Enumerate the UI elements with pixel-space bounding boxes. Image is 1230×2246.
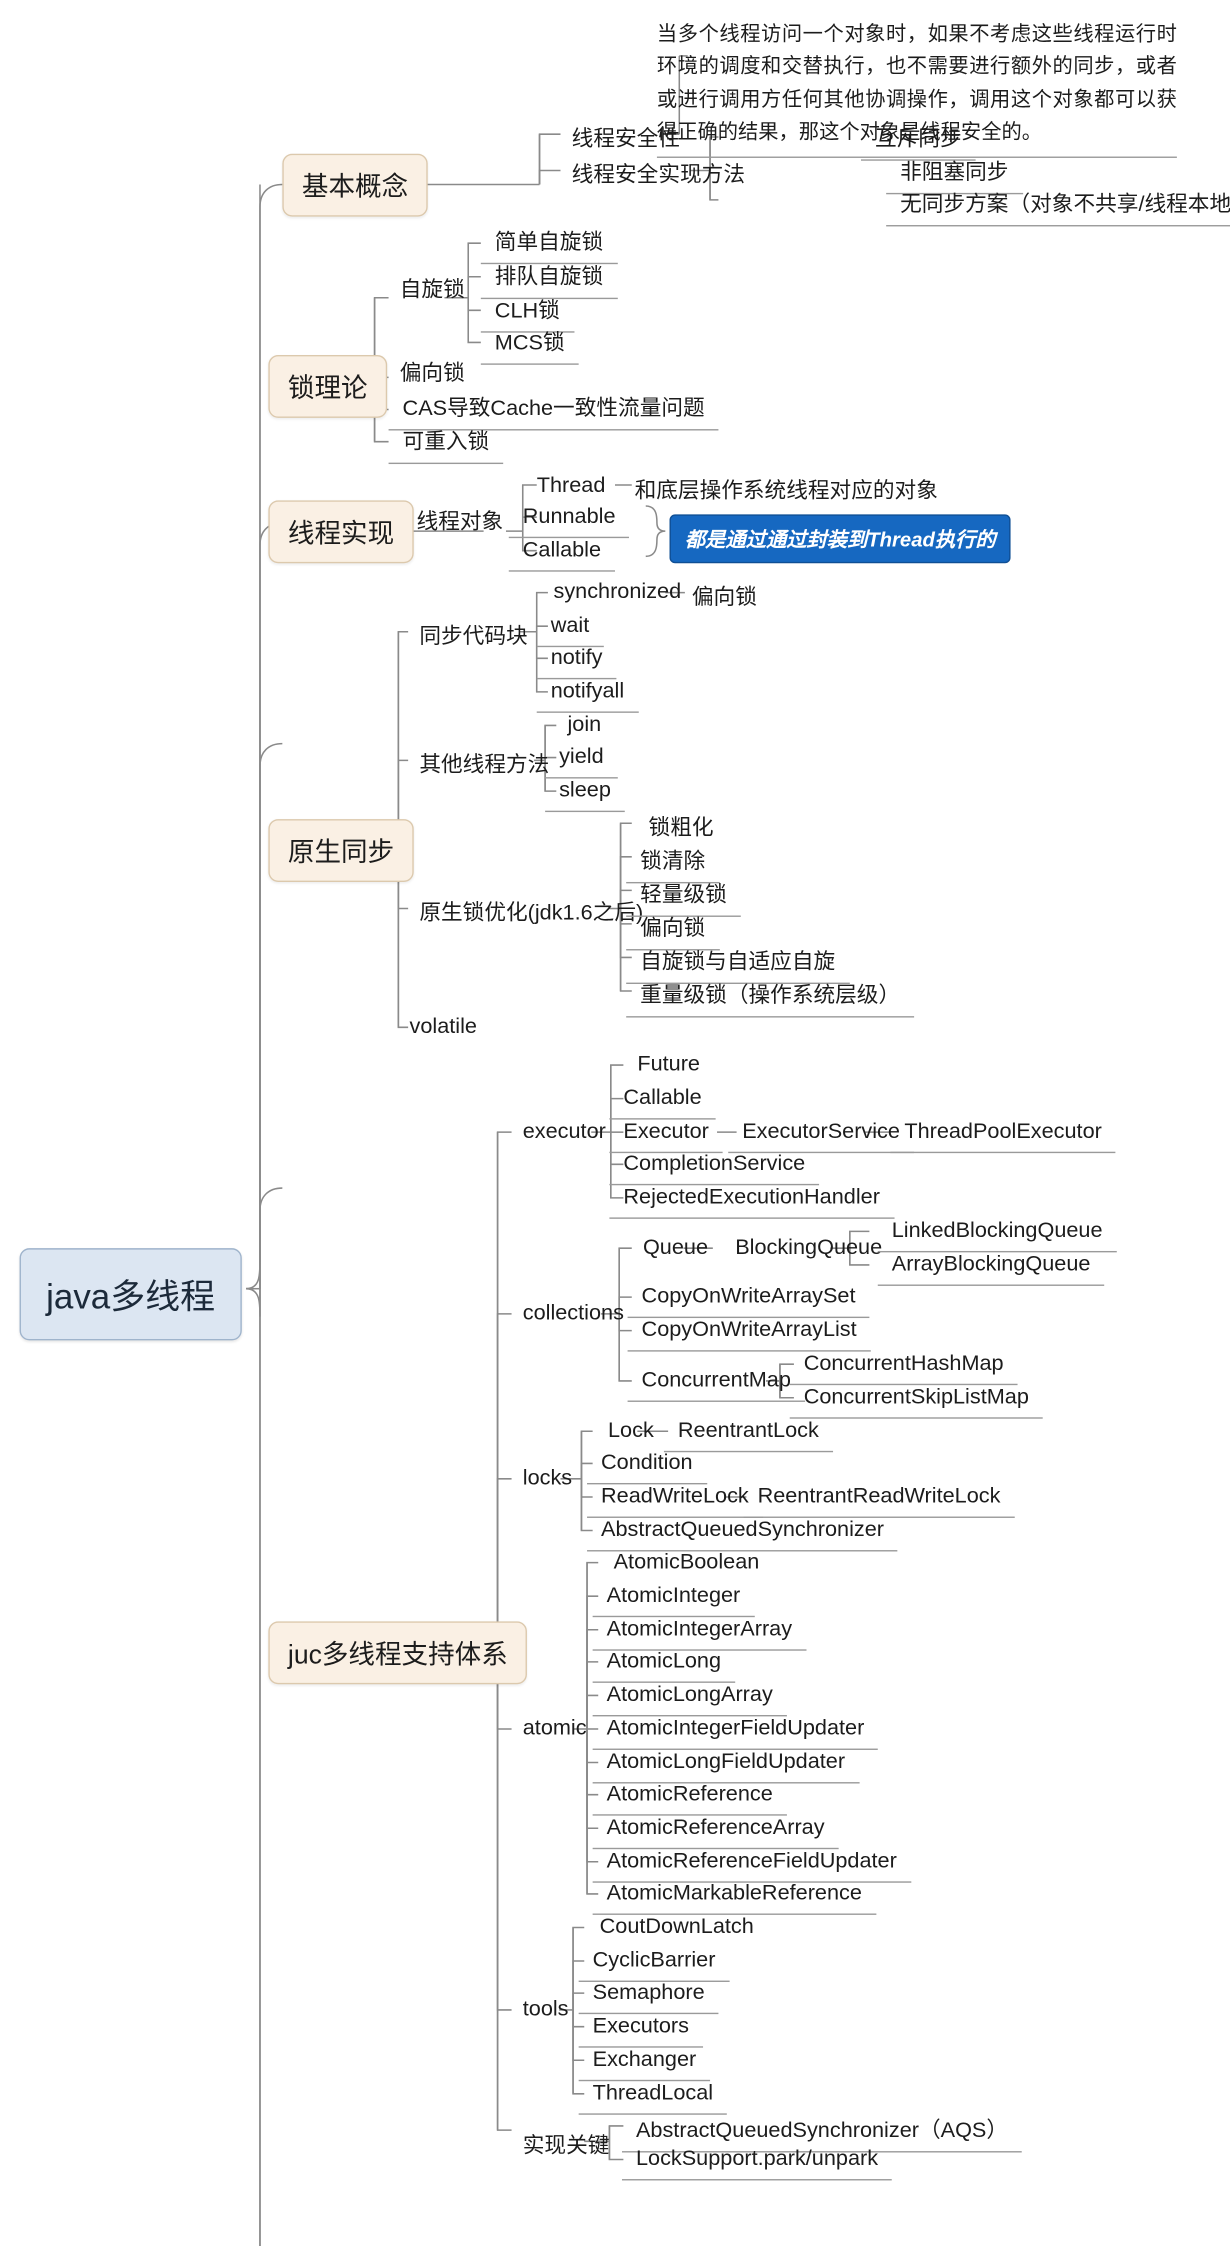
branch-lock-theory[interactable]: 锁理论 — [268, 355, 388, 418]
node-thread-safety[interactable]: 线程安全性 — [560, 117, 691, 158]
node-coutdownlatch[interactable]: CoutDownLatch — [588, 1911, 765, 1946]
node-group-impl-key[interactable]: 实现关键 — [512, 2125, 621, 2166]
node-rejected-execution-handler[interactable]: RejectedExecutionHandler — [609, 1181, 894, 1219]
node-blockingqueue[interactable]: BlockingQueue — [724, 1231, 893, 1266]
node-completion-service[interactable]: CompletionService — [609, 1148, 820, 1186]
node-concurrentskiplistmap[interactable]: ConcurrentSkipListMap — [789, 1381, 1043, 1419]
node-linkedblockingqueue[interactable]: LinkedBlockingQueue — [877, 1215, 1117, 1253]
node-executor-service[interactable]: ExecutorService — [728, 1115, 914, 1154]
node-reentrantlock[interactable]: ReentrantLock — [663, 1415, 833, 1453]
node-group-executor[interactable]: executor — [512, 1115, 617, 1150]
branch-native-sync[interactable]: 原生同步 — [268, 819, 414, 882]
node-concurrenthashmap[interactable]: ConcurrentHashMap — [789, 1347, 1018, 1386]
mindmap-canvas: 当多个线程访问一个对象时，如果不考虑这些线程运行时环境的调度和交替执行，也不需要… — [0, 0, 1230, 2246]
node-synchronized-biased-lock[interactable]: 偏向锁 — [681, 576, 768, 617]
node-reentrant-lock-theory[interactable]: 可重入锁 — [388, 421, 504, 465]
node-callable[interactable]: Callable — [508, 534, 616, 572]
node-atomicboolean[interactable]: AtomicBoolean — [602, 1546, 770, 1581]
node-heavyweight-lock[interactable]: 重量级锁（操作系统层级） — [626, 974, 915, 1018]
node-notifyall[interactable]: notifyall — [536, 675, 639, 713]
node-atomicinteger[interactable]: AtomicInteger — [592, 1579, 755, 1618]
node-atomiclong[interactable]: AtomicLong — [592, 1645, 736, 1683]
node-notify[interactable]: notify — [536, 642, 617, 680]
node-no-sync-solution[interactable]: 无同步方案（对象不共享/线程本地变量/不可变对象） — [886, 183, 1230, 227]
node-group-tools[interactable]: tools — [512, 1993, 580, 2028]
node-synchronized[interactable]: synchronized — [542, 576, 692, 611]
node-sleep[interactable]: sleep — [545, 774, 625, 813]
node-atomicmarkablereference[interactable]: AtomicMarkableReference — [592, 1877, 876, 1915]
branch-thread-implementation[interactable]: 线程实现 — [268, 500, 414, 564]
node-atomicreferencearray[interactable]: AtomicReferenceArray — [592, 1811, 839, 1850]
node-executors[interactable]: Executors — [578, 2010, 703, 2048]
node-atomiclongarray[interactable]: AtomicLongArray — [592, 1679, 787, 1717]
node-native-lock-optimization[interactable]: 原生锁优化(jdk1.6之后) — [408, 892, 654, 933]
node-condition[interactable]: Condition — [587, 1447, 707, 1485]
node-other-thread-methods[interactable]: 其他线程方法 — [408, 744, 560, 785]
node-spin-lock[interactable]: 自旋锁 — [389, 268, 476, 309]
node-yield[interactable]: yield — [545, 741, 618, 779]
node-mcs-lock[interactable]: MCS锁 — [480, 321, 579, 365]
node-group-atomic[interactable]: atomic — [512, 1712, 598, 1747]
node-queue[interactable]: Queue — [632, 1231, 719, 1266]
branch-basic-concepts[interactable]: 基本概念 — [282, 153, 428, 217]
node-locksupport-park-unpark[interactable]: LockSupport.park/unpark — [621, 2143, 893, 2181]
node-group-locks[interactable]: locks — [512, 1462, 584, 1497]
node-copyonwritearraylist[interactable]: CopyOnWriteArrayList — [627, 1314, 871, 1352]
node-runnable[interactable]: Runnable — [508, 500, 630, 539]
node-join[interactable]: join — [556, 709, 612, 744]
node-thread-safety-impl-methods[interactable]: 线程安全实现方法 — [560, 154, 756, 195]
root-node[interactable]: java多线程 — [19, 1248, 242, 1341]
callout-thread-wrapping: 都是通过通过封装到Thread执行的 — [669, 514, 1012, 564]
node-thread-os-note: 和底层操作系统线程对应的对象 — [634, 479, 938, 504]
node-semaphore[interactable]: Semaphore — [578, 1976, 719, 2015]
node-thread-class[interactable]: Thread — [526, 470, 617, 505]
node-copyonwritearrayset[interactable]: CopyOnWriteArraySet — [627, 1280, 870, 1319]
node-lock[interactable]: Lock — [597, 1415, 665, 1450]
node-volatile[interactable]: volatile — [398, 1011, 488, 1046]
node-sync-block[interactable]: 同步代码块 — [408, 615, 539, 656]
node-callable-juc[interactable]: Callable — [609, 1082, 716, 1120]
node-readwritelock[interactable]: ReadWriteLock — [587, 1480, 763, 1518]
node-atomicreference[interactable]: AtomicReference — [592, 1778, 787, 1816]
node-atomicintegerfieldupdater[interactable]: AtomicIntegerFieldUpdater — [592, 1712, 879, 1750]
node-reentrantreadwritelock[interactable]: ReentrantReadWriteLock — [743, 1480, 1015, 1518]
branch-juc-support[interactable]: juc多线程支持体系 — [268, 1621, 528, 1685]
node-thread-object[interactable]: 线程对象 — [405, 500, 514, 541]
node-exchanger[interactable]: Exchanger — [578, 2043, 711, 2082]
node-group-collections[interactable]: collections — [512, 1297, 636, 1332]
node-thread-pool-executor[interactable]: ThreadPoolExecutor — [890, 1115, 1116, 1154]
node-concurrentmap[interactable]: ConcurrentMap — [627, 1364, 805, 1402]
node-future[interactable]: Future — [626, 1048, 711, 1083]
node-arrayblockingqueue[interactable]: ArrayBlockingQueue — [877, 1248, 1105, 1286]
